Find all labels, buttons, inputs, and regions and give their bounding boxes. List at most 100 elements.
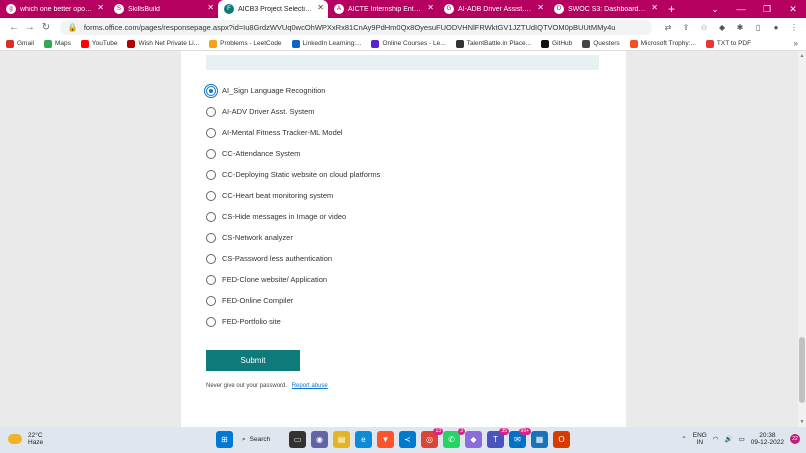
page-scrollbar[interactable]: ▲ ▼	[798, 51, 806, 427]
radio-option[interactable]: AI-Mental Fitness Tracker-ML Model	[206, 122, 380, 143]
radio-button[interactable]	[206, 106, 216, 117]
browser-tab[interactable]: D SWOC S3: Dashboard | Dev ✕	[548, 0, 662, 18]
url-input[interactable]: 🔒 forms.office.com/pages/responsepage.as…	[59, 20, 653, 35]
bookmark-item[interactable]: Microsoft Trophy:...	[629, 39, 696, 48]
submit-button[interactable]: Submit	[206, 350, 300, 371]
radio-option[interactable]: CC-Heart beat monitoring system	[206, 185, 380, 206]
sidebar-icon[interactable]: ▯	[752, 22, 764, 34]
browser-tab[interactable]: F AICB3 Project Selection ✕	[218, 0, 328, 18]
browser-tab[interactable]: g which one better oportunit ✕	[0, 0, 108, 18]
radio-button[interactable]	[206, 316, 216, 327]
mail-icon[interactable]: ✉ 99+	[509, 428, 531, 448]
tab-close-icon[interactable]: ✕	[427, 3, 434, 12]
radio-option[interactable]: CS-Password less authentication	[206, 248, 380, 269]
bookmark-item[interactable]: Maps	[43, 39, 71, 48]
chat-icon[interactable]: ◉	[311, 431, 328, 448]
tab-close-icon[interactable]: ✕	[317, 3, 324, 12]
bookmark-star-icon[interactable]: ☆	[698, 22, 710, 34]
weather-widget[interactable]: 22°C Haze	[8, 432, 43, 446]
radio-option[interactable]: CS-Hide messages in Image or video	[206, 206, 380, 227]
bookmark-item[interactable]: YouTube	[80, 39, 117, 48]
tray-overflow-icon[interactable]: ⌃	[681, 435, 686, 443]
radio-button[interactable]	[206, 232, 216, 243]
window-controls: ⌄ — ❐ ✕	[702, 0, 806, 18]
radio-button[interactable]	[206, 127, 216, 138]
profile-avatar[interactable]: ●	[770, 22, 782, 34]
share-icon[interactable]: ⇪	[680, 22, 692, 34]
new-tab-button[interactable]: +	[662, 2, 681, 16]
radio-option[interactable]: AI-ADV Driver Asst. System	[206, 101, 380, 122]
tab-search-icon[interactable]: ⌄	[702, 0, 728, 18]
maximize-button[interactable]: ❐	[754, 0, 780, 18]
radio-button[interactable]	[206, 169, 216, 180]
browser-tab[interactable]: S SkillsBuild ✕	[108, 0, 218, 18]
teams-icon[interactable]: T 35	[487, 428, 509, 448]
bookmark-item[interactable]: Online Courses - Le...	[371, 39, 446, 48]
browser-tab[interactable]: A AICTE Internship Enterprise ✕	[328, 0, 438, 18]
office-icon[interactable]: O	[553, 431, 570, 448]
close-window-button[interactable]: ✕	[780, 0, 806, 18]
task-view-icon[interactable]: ▭	[289, 431, 306, 448]
report-abuse-link[interactable]: Report abuse	[292, 383, 328, 389]
clock[interactable]: 20:38 09-12-2022	[751, 432, 784, 446]
app-icon[interactable]: ◆	[465, 431, 482, 448]
volume-icon[interactable]: 🔊	[725, 435, 733, 443]
radio-option[interactable]: FED-Clone website/ Application	[206, 269, 380, 290]
scroll-up-icon[interactable]: ▲	[798, 53, 806, 59]
scroll-down-icon[interactable]: ▼	[798, 419, 806, 425]
battery-icon[interactable]: ▭	[739, 435, 745, 443]
scroll-thumb[interactable]	[799, 337, 805, 403]
bookmark-item[interactable]: LinkedIn Learning:...	[291, 39, 361, 48]
radio-option[interactable]: CC-Deploying Static website on cloud pla…	[206, 164, 380, 185]
radio-option[interactable]: FED-Portfolio site	[206, 311, 380, 332]
bookmarks-overflow-icon[interactable]: »	[794, 39, 798, 48]
calculator-icon[interactable]: ▦	[531, 431, 548, 448]
language-indicator[interactable]: ENG IN	[693, 432, 707, 446]
whatsapp-icon[interactable]: ✆ 3	[443, 428, 465, 448]
radio-button[interactable]	[206, 148, 216, 159]
bookmark-item[interactable]: Wish Net Private Li...	[127, 39, 199, 48]
vscode-icon[interactable]: ≺	[399, 431, 416, 448]
tab-close-icon[interactable]: ✕	[207, 3, 214, 12]
radio-option[interactable]: FED-Online Compiler	[206, 290, 380, 311]
radio-button[interactable]	[206, 190, 216, 201]
browser-tab[interactable]: G AI-ADB Driver Assist. Syste ✕	[438, 0, 548, 18]
lock-icon[interactable]: 🔒	[68, 23, 78, 32]
windows-start-icon[interactable]: ⊞	[216, 431, 233, 448]
menu-icon[interactable]: ⋮	[788, 22, 800, 34]
bookmark-item[interactable]: Questers	[582, 39, 620, 48]
radio-option[interactable]: AI_Sign Language Recognition	[204, 80, 380, 101]
bookmark-item[interactable]: Problems - LeetCode	[209, 39, 282, 48]
bookmark-item[interactable]: TalentBattle.in Place...	[455, 39, 531, 48]
chrome-icon[interactable]: ◎ 13	[421, 428, 443, 448]
tab-favicon-icon: S	[114, 4, 124, 14]
translate-icon[interactable]: ⇄	[662, 22, 674, 34]
options-list: AI_Sign Language Recognition AI-ADV Drive…	[204, 80, 380, 332]
bookmark-item[interactable]: GitHub	[541, 39, 572, 48]
tab-close-icon[interactable]: ✕	[537, 3, 544, 12]
bookmark-item[interactable]: TXT to PDF	[705, 39, 751, 48]
brave-icon[interactable]: ▼	[377, 431, 394, 448]
radio-option-label: CC-Heart beat monitoring system	[222, 191, 334, 200]
reload-button[interactable]: ↻	[38, 22, 54, 33]
notifications-badge[interactable]: 22	[790, 434, 800, 444]
taskbar-search[interactable]: ⌕ Search	[238, 431, 284, 448]
minimize-button[interactable]: —	[728, 0, 754, 18]
radio-button[interactable]	[206, 274, 216, 285]
tab-close-icon[interactable]: ✕	[651, 3, 658, 12]
extension-icon[interactable]: ◆	[716, 22, 728, 34]
forward-button[interactable]: →	[22, 22, 38, 33]
back-button[interactable]: ←	[6, 22, 22, 33]
radio-option[interactable]: CC-Attendance System	[206, 143, 380, 164]
radio-button[interactable]	[206, 295, 216, 306]
wifi-icon[interactable]: ◠	[713, 435, 719, 443]
radio-button[interactable]	[206, 253, 216, 264]
file-explorer-icon[interactable]: ▤	[333, 431, 350, 448]
radio-option[interactable]: CS-Network analyzer	[206, 227, 380, 248]
extensions-puzzle-icon[interactable]: ✱	[734, 22, 746, 34]
radio-button[interactable]	[206, 211, 216, 222]
edge-icon[interactable]: e	[355, 431, 372, 448]
radio-button[interactable]	[204, 83, 218, 98]
bookmark-item[interactable]: Gmail	[6, 39, 34, 48]
tab-close-icon[interactable]: ✕	[97, 3, 104, 12]
